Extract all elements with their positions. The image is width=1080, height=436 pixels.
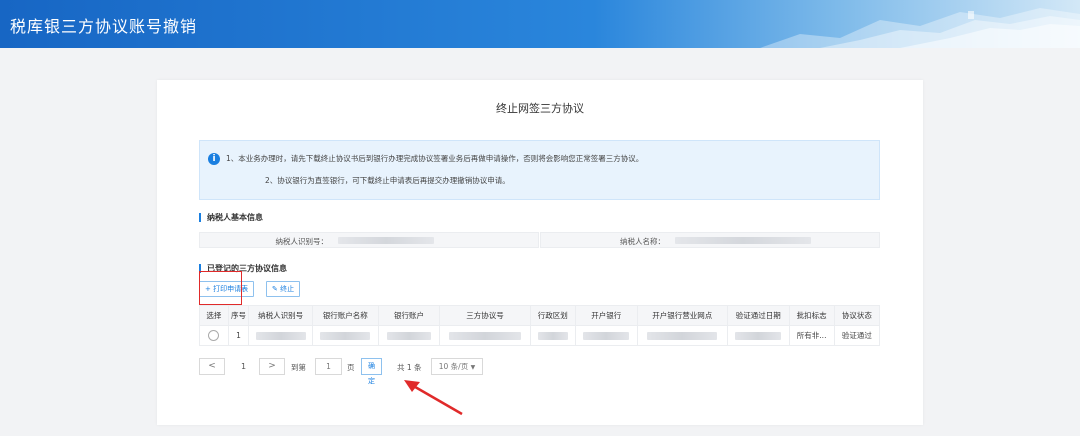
- app-header: 税库银三方协议账号撤销: [0, 0, 1080, 48]
- column-header: 三方协议号: [439, 305, 531, 326]
- taxpayer-id-cell-redacted: [248, 325, 313, 346]
- status-cell: 验证通过: [833, 325, 881, 346]
- page-size-select[interactable]: 10 条/页 ▼: [431, 358, 483, 375]
- confirm-button[interactable]: 确定: [361, 358, 382, 385]
- verify-date-cell-redacted: [726, 325, 790, 346]
- terminate-button[interactable]: ✎ 终止: [266, 281, 301, 297]
- taxpayer-name-label: 纳税人名称：: [620, 237, 665, 246]
- column-header: 行政区划: [529, 305, 576, 326]
- page-size-value: 10 条/页: [438, 362, 469, 371]
- taxpayer-id-cell: 纳税人识别号：: [199, 232, 539, 248]
- seq-cell: 1: [227, 325, 250, 346]
- chevron-down-icon: ▼: [470, 364, 476, 371]
- column-header: 选择: [199, 305, 229, 326]
- total-count: 共 1 条: [397, 363, 422, 372]
- annotation-highlight-box: [199, 271, 242, 305]
- column-header: 序号: [227, 305, 250, 326]
- deduct-flag-cell: 所有非...: [788, 325, 835, 346]
- goto-page-input[interactable]: 1: [315, 358, 342, 375]
- prev-page-button[interactable]: <: [199, 358, 225, 375]
- taxpayer-id-value-redacted: [338, 237, 434, 244]
- taxpayer-name-value-redacted: [675, 237, 811, 244]
- column-header: 开户银行营业网点: [636, 305, 728, 326]
- column-header: 批扣标志: [788, 305, 835, 326]
- account-name-cell-redacted: [311, 325, 379, 346]
- region-cell-redacted: [529, 325, 576, 346]
- taxpayer-name-cell: 纳税人名称：: [540, 232, 880, 248]
- column-header: 开户银行: [574, 305, 638, 326]
- bank-cell-redacted: [574, 325, 638, 346]
- branch-cell-redacted: [636, 325, 728, 346]
- card-title: 终止网签三方协议: [496, 102, 584, 115]
- agreements-table: 选择 序号 纳税人识别号 银行账户名称 银行账户 三方协议号 行政区划 开户银行…: [199, 305, 881, 346]
- taxpayer-id-label: 纳税人识别号：: [275, 237, 329, 246]
- column-header: 纳税人识别号: [248, 305, 313, 326]
- column-header: 协议状态: [833, 305, 881, 326]
- annotation-arrow-icon: [404, 380, 463, 416]
- basic-info-row: 纳税人识别号： 纳税人名称：: [199, 232, 880, 248]
- column-header: 银行账户名称: [311, 305, 379, 326]
- notice-box: i 1、本业务办理时，请先下载终止协议书后到银行办理完成协议签署业务后再做申请操…: [199, 140, 880, 200]
- table-row: 1 所有非... 验证通过: [199, 325, 881, 346]
- column-header: 银行账户: [377, 305, 441, 326]
- select-cell: [199, 325, 229, 346]
- row-select-radio[interactable]: [208, 330, 220, 341]
- agreement-no-cell-redacted: [439, 325, 531, 346]
- account-cell-redacted: [377, 325, 441, 346]
- basic-info-section-title: 纳税人基本信息: [199, 213, 263, 222]
- notice-line-1: 1、本业务办理时，请先下载终止协议书后到银行办理完成协议签署业务后再做申请操作，…: [226, 154, 644, 163]
- table-header-row: 选择 序号 纳税人识别号 银行账户名称 银行账户 三方协议号 行政区划 开户银行…: [199, 305, 881, 326]
- notice-line-2: 2、协议银行为直签银行，可下载终止申请表后再提交办理撤销协议申请。: [265, 176, 510, 185]
- goto-label: 到第: [291, 363, 306, 372]
- page-unit-label: 页: [347, 363, 355, 372]
- column-header: 验证通过日期: [726, 305, 790, 326]
- info-icon: i: [208, 153, 220, 165]
- page-number[interactable]: 1: [241, 362, 246, 371]
- page-title: 税库银三方协议账号撤销: [10, 17, 198, 36]
- next-page-button[interactable]: >: [259, 358, 285, 375]
- form-card: 终止网签三方协议 i 1、本业务办理时，请先下载终止协议书后到银行办理完成协议签…: [157, 80, 923, 425]
